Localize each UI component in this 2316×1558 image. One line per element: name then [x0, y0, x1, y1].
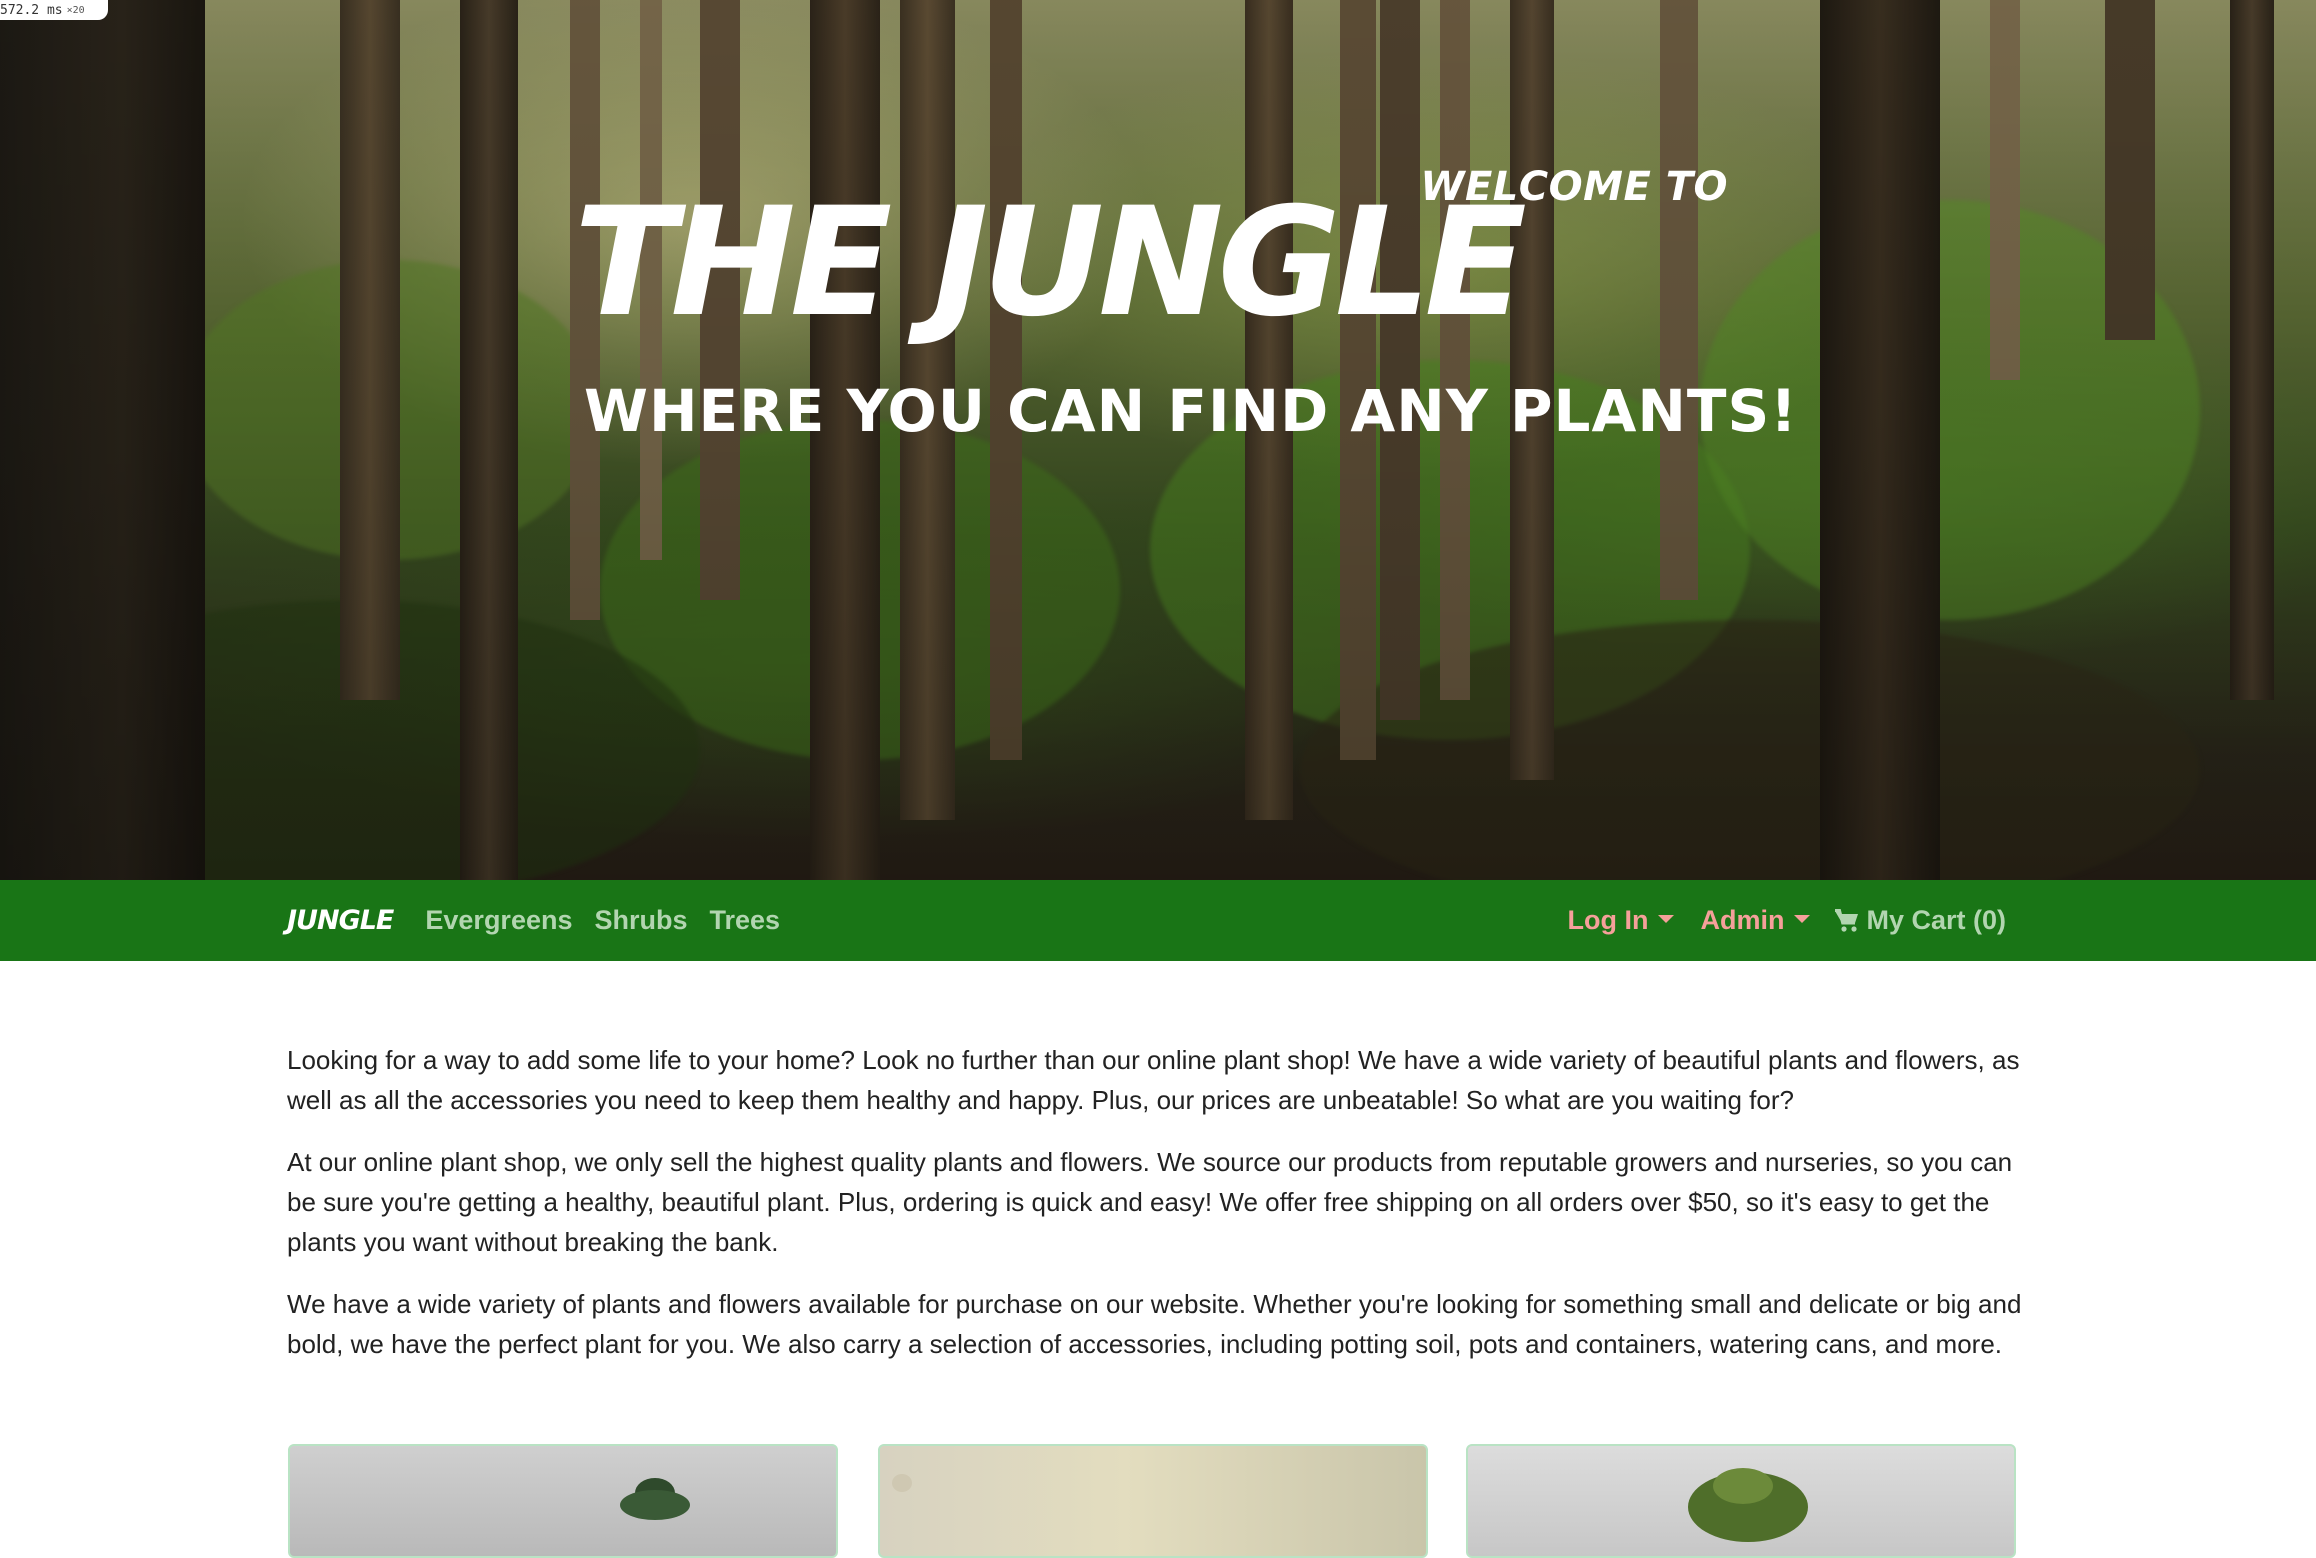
chevron-down-icon: [1658, 914, 1675, 923]
shopping-cart-icon: [1835, 908, 1859, 932]
perf-badge-value: 572.2 ms: [0, 2, 63, 18]
nav-link-evergreens[interactable]: Evergreens: [425, 905, 572, 936]
admin-label: Admin: [1700, 905, 1785, 935]
product-card[interactable]: [878, 1444, 1428, 1558]
perf-badge: 572.2 ms ×20: [0, 0, 108, 20]
brand-link[interactable]: JUNGLE: [287, 905, 394, 936]
product-card[interactable]: [1466, 1444, 2016, 1558]
product-card[interactable]: [288, 1444, 838, 1558]
perf-badge-multiplier: ×20: [66, 4, 85, 16]
login-dropdown[interactable]: Log In: [1567, 905, 1675, 936]
product-grid: [288, 1444, 2016, 1558]
cart-link[interactable]: My Cart (0): [1834, 905, 2006, 936]
nav-link-shrubs[interactable]: Shrubs: [594, 905, 687, 936]
login-label: Log In: [1567, 905, 1649, 935]
main-navbar: JUNGLE Evergreens Shrubs Trees Log In Ad…: [0, 880, 2316, 961]
intro-paragraph: Looking for a way to add some life to yo…: [287, 1045, 2020, 1115]
intro-content: Looking for a way to add some life to yo…: [287, 1040, 2027, 1386]
chevron-down-icon: [1794, 914, 1811, 923]
hero-banner: WELCOME TO THE JUNGLE WHERE YOU CAN FIND…: [0, 0, 2316, 880]
nav-link-trees[interactable]: Trees: [710, 905, 781, 936]
admin-dropdown[interactable]: Admin: [1700, 905, 1811, 936]
intro-paragraph: We have a wide variety of plants and flo…: [287, 1289, 2022, 1359]
intro-paragraph: At our online plant shop, we only sell t…: [287, 1147, 2013, 1257]
hero-tagline: WHERE YOU CAN FIND ANY PLANTS!: [584, 377, 1798, 445]
cart-label: My Cart (0): [1866, 905, 2006, 935]
hero-title: THE JUNGLE: [574, 176, 1527, 350]
